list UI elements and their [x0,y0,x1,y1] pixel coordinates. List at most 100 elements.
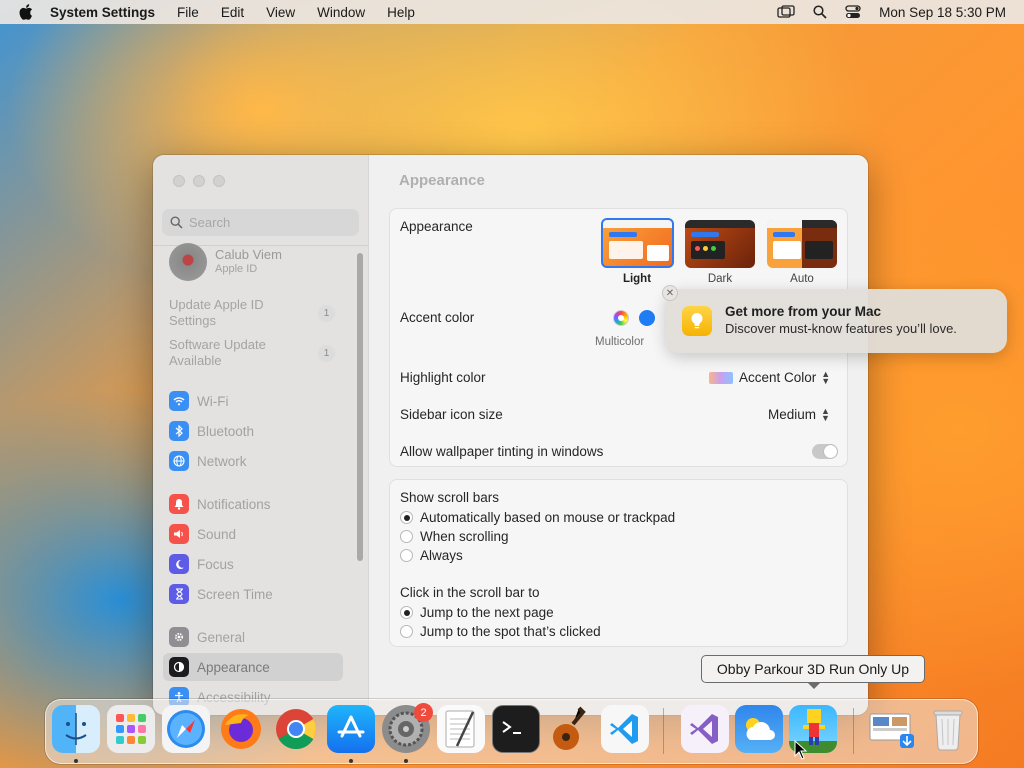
spotlight-search-icon[interactable] [813,5,827,19]
sidebar-scrollbar[interactable] [357,253,363,561]
notification-close-button[interactable]: ✕ [662,285,678,301]
zoom-window-button[interactable] [213,175,225,187]
appearance-option-label: Dark [707,273,733,285]
notice-label: Software Update Available [169,337,266,368]
hourglass-icon [169,584,189,604]
notification-title: Get more from your Mac [725,304,882,319]
sidebar-item-network[interactable]: Network [163,447,343,475]
accent-caption: Multicolor [595,336,645,348]
visual-studio-dock-icon[interactable] [681,705,729,753]
highlight-value: Accent Color [739,370,817,385]
search-field[interactable]: Search [162,209,359,236]
radio-scroll-automatic[interactable]: Automatically based on mouse or trackpad [400,510,675,525]
help-menu[interactable]: Help [387,5,415,20]
apple-id-profile[interactable]: Calub Viem Apple ID [169,243,282,281]
radio-jump-next-page[interactable]: Jump to the next page [400,605,554,620]
downloads-stack-icon[interactable] [868,705,916,753]
notice-software-update[interactable]: Software Update Available 1 [169,337,349,369]
appearance-option-label: Light [622,273,652,285]
radio-label: When scrolling [420,529,509,544]
menubar-clock[interactable]: Mon Sep 18 5:30 PM [879,5,1006,20]
sidebar-item-focus[interactable]: Focus [163,550,343,578]
textedit-dock-icon[interactable] [437,705,485,753]
safari-dock-icon[interactable] [162,705,210,753]
chrome-dock-icon[interactable] [272,705,320,753]
dark-thumbnail [685,220,755,268]
notice-badge: 1 [318,345,335,362]
sidebar-item-label: Notifications [197,496,271,512]
view-menu[interactable]: View [266,5,295,20]
radio-scroll-always[interactable]: Always [400,548,463,563]
radio-label: Always [420,548,463,563]
edit-menu[interactable]: Edit [221,5,244,20]
dock-separator [853,708,854,754]
sidebar-item-wifi[interactable]: Wi-Fi [163,387,343,415]
notification-body: Discover must-know features you’ll love. [725,321,957,336]
page-title: Appearance [399,172,485,189]
light-thumbnail [601,218,674,268]
sidebar-item-label: Focus [197,556,234,572]
highlight-color-popup[interactable]: Accent Color ▲ ▼ [709,368,831,386]
profile-subtitle: Apple ID [215,263,258,275]
sidebar-item-label: Network [197,453,247,469]
sidebar-item-general[interactable]: General [163,623,343,651]
app-name-menu[interactable]: System Settings [50,5,155,20]
wallpaper-tinting-toggle[interactable] [812,444,838,459]
notification-banner[interactable]: ✕ Get more from your Mac Discover must-k… [662,285,1007,353]
close-window-button[interactable] [173,175,185,187]
app-store-dock-icon[interactable] [327,705,375,753]
menu-bar: System Settings File Edit View Window He… [0,0,1024,24]
notice-badge: 1 [318,305,335,322]
sidebar-item-label: Bluetooth [197,423,255,439]
radio-jump-to-spot[interactable]: Jump to the spot that’s clicked [400,624,601,639]
wifi-icon [169,391,189,411]
garageband-dock-icon[interactable] [547,705,595,753]
notification-badge: 2 [414,703,433,722]
wallpaper-tinting-label: Allow wallpaper tinting in windows [400,444,604,459]
finder-dock-icon[interactable] [52,705,100,753]
running-indicator [404,759,408,763]
sidebar-item-notifications[interactable]: Notifications [163,490,343,518]
chevron-updown-icon: ▲ ▼ [821,405,830,423]
radio-scroll-when-scrolling[interactable]: When scrolling [400,529,509,544]
radio-button [400,549,413,562]
radio-button [400,625,413,638]
notice-label: Update Apple ID Settings [169,297,264,328]
minimize-window-button[interactable] [193,175,205,187]
notice-update-apple-id[interactable]: Update Apple ID Settings 1 [169,297,349,329]
sidebar-item-bluetooth[interactable]: Bluetooth [163,417,343,445]
highlight-swatch [709,371,733,384]
file-menu[interactable]: File [177,5,199,20]
appearance-option-label: Auto [790,273,814,285]
screen-mirroring-icon[interactable] [777,5,795,19]
sidebar-item-sound[interactable]: Sound [163,520,343,548]
accent-multicolor-swatch[interactable] [613,310,629,326]
window-menu[interactable]: Window [317,5,365,20]
search-placeholder: Search [189,215,231,230]
speaker-icon [169,524,189,544]
sidebar-item-screen-time[interactable]: Screen Time [163,580,343,608]
sidebar-icon-size-popup[interactable]: Medium ▲ ▼ [768,405,830,423]
running-indicator [74,759,78,763]
accent-blue-swatch[interactable] [639,310,655,326]
apple-menu-icon[interactable] [18,3,36,21]
appearance-icon [169,657,189,677]
radio-button [400,530,413,543]
accent-color-label: Accent color [400,310,475,325]
control-center-icon[interactable] [845,5,861,19]
sidebar-item-appearance[interactable]: Appearance [163,653,343,681]
sidebar-item-label: Wi-Fi [197,393,229,409]
bluetooth-icon [169,421,189,441]
vscode-dock-icon[interactable] [601,705,649,753]
firefox-dock-icon[interactable] [217,705,265,753]
terminal-dock-icon[interactable] [492,705,540,753]
radio-button [400,511,413,524]
chevron-updown-icon: ▲ ▼ [821,368,831,386]
running-indicator [349,759,353,763]
trash-dock-icon[interactable] [924,705,972,753]
status-area: Mon Sep 18 5:30 PM [759,0,1006,24]
launchpad-dock-icon[interactable] [107,705,155,753]
sidebar-item-label: Sound [197,526,237,542]
sidebar-item-label: Screen Time [197,586,273,602]
weather-dock-icon[interactable] [735,705,783,753]
